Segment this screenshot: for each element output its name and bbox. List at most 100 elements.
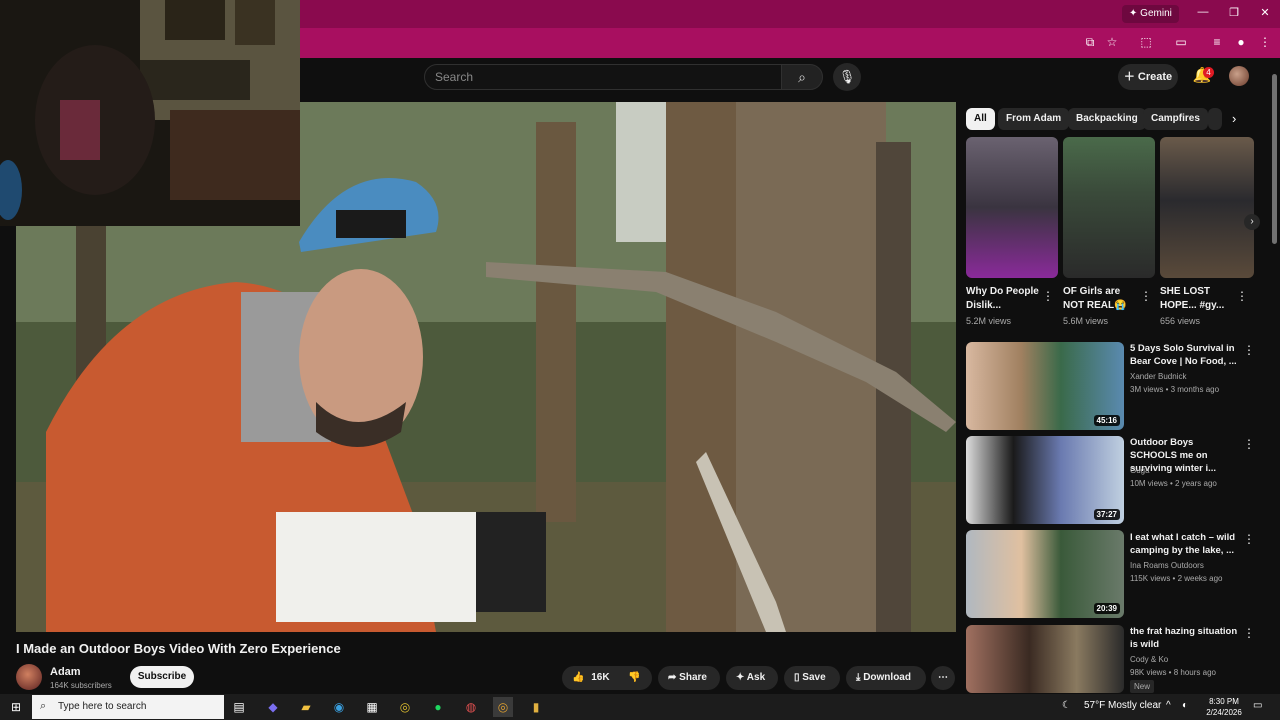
- close-window-button[interactable]: ✕: [1257, 6, 1273, 19]
- chevron-right-icon[interactable]: ›: [1232, 111, 1236, 126]
- video-menu-icon[interactable]: ⋮: [1243, 532, 1255, 546]
- gemini-label: Gemini: [1140, 8, 1172, 19]
- short-thumbnail[interactable]: [966, 137, 1058, 278]
- video-menu-icon[interactable]: ⋮: [1243, 626, 1255, 640]
- file-explorer-icon[interactable]: ▰: [296, 697, 316, 717]
- chrome-active-icon[interactable]: ◎: [493, 697, 513, 717]
- scrollbar-thumb[interactable]: [1272, 74, 1277, 244]
- channel-avatar[interactable]: [16, 664, 42, 690]
- network-icon[interactable]: ◐: [1182, 700, 1188, 711]
- dislike-button[interactable]: 👎: [618, 666, 652, 690]
- short-title[interactable]: Why Do People Dislik...: [966, 285, 1044, 313]
- windows-start-icon[interactable]: ⊞: [6, 697, 26, 717]
- maximize-button[interactable]: ❐: [1226, 6, 1242, 19]
- account-avatar[interactable]: [1229, 66, 1249, 86]
- copilot-icon[interactable]: ◆: [263, 697, 283, 717]
- video-thumbnail[interactable]: [966, 625, 1124, 693]
- chip-backpacking[interactable]: Backpacking: [1068, 108, 1146, 130]
- chip-from-adam[interactable]: From Adam: [998, 108, 1070, 130]
- reading-list-icon[interactable]: ≡: [1209, 35, 1225, 49]
- browser-menu-icon[interactable]: ⋮: [1257, 35, 1273, 49]
- short-views: 5.6M views: [1063, 316, 1109, 326]
- video-thumbnail[interactable]: 20:39: [966, 530, 1124, 618]
- short-menu-icon[interactable]: ⋮: [1140, 289, 1152, 303]
- video-channel[interactable]: Ina Roams Outdoors: [1130, 560, 1204, 571]
- spotify-icon[interactable]: ●: [428, 697, 448, 717]
- short-thumbnail[interactable]: [1160, 137, 1254, 278]
- like-button[interactable]: 👍 16K: [562, 666, 618, 690]
- weather-text[interactable]: 57°F Mostly clear: [1084, 700, 1161, 711]
- weather-icon: ☾: [1062, 700, 1071, 711]
- channel-name[interactable]: Adam: [50, 666, 81, 678]
- taskbar-search-input[interactable]: Type here to search: [32, 695, 224, 719]
- video-duration: 45:16: [1093, 415, 1120, 426]
- cast-icon[interactable]: ▭: [1173, 35, 1189, 49]
- video-stats: 115K views • 2 weeks ago: [1130, 574, 1223, 583]
- short-menu-icon[interactable]: ⋮: [1236, 289, 1248, 303]
- gemini-button[interactable]: ✦ Gemini: [1122, 5, 1179, 23]
- ask-label: Ask: [746, 672, 766, 683]
- install-app-icon[interactable]: ⧉: [1082, 35, 1098, 50]
- video-duration: 20:39: [1093, 603, 1120, 614]
- video-thumbnail[interactable]: 45:16: [966, 342, 1124, 430]
- video-stats: 98K views • 8 hours ago: [1130, 668, 1216, 677]
- webcam-overlay: [0, 0, 300, 226]
- video-menu-icon[interactable]: ⋮: [1243, 343, 1255, 357]
- video-channel[interactable]: Xander Budnick: [1130, 371, 1186, 382]
- short-menu-icon[interactable]: ⋮: [1042, 289, 1054, 303]
- tray-overflow-icon[interactable]: ^: [1166, 700, 1171, 711]
- short-views: 656 views: [1160, 316, 1201, 326]
- notifications-icon[interactable]: ▭: [1253, 700, 1262, 711]
- short-views: 5.2M views: [966, 316, 1012, 326]
- short-title[interactable]: SHE LOST HOPE... #gy...: [1160, 285, 1238, 313]
- subscriber-count: 164K subscribers: [50, 681, 112, 690]
- share-button[interactable]: ➦ Share: [658, 666, 720, 690]
- new-badge: New: [1130, 680, 1155, 693]
- chip-all[interactable]: All: [966, 108, 995, 130]
- create-button[interactable]: ＋ Create: [1118, 64, 1178, 90]
- video-title-link[interactable]: the frat hazing situation is wild: [1130, 625, 1238, 651]
- chrome-icon[interactable]: ◎: [395, 697, 415, 717]
- video-title-link[interactable]: I eat what I catch – wild camping by the…: [1130, 531, 1238, 557]
- store-icon[interactable]: ▦: [362, 697, 382, 717]
- shorts-next-chevron-icon[interactable]: ›: [1244, 214, 1260, 230]
- download-label: Download: [863, 672, 911, 683]
- clock-date: 2/24/2026: [1206, 708, 1242, 717]
- notification-count-badge: 4: [1203, 67, 1214, 78]
- video-channel[interactable]: Guga: [1130, 465, 1150, 476]
- subscribe-button[interactable]: Subscribe: [130, 666, 194, 688]
- video-channel[interactable]: Cody & Ko: [1130, 654, 1168, 665]
- microphone-icon[interactable]: 🎙: [833, 63, 861, 91]
- video-menu-icon[interactable]: ⋮: [1243, 437, 1255, 451]
- extensions-icon[interactable]: ⬚: [1138, 35, 1154, 49]
- video-title: I Made an Outdoor Boys Video With Zero E…: [16, 641, 341, 656]
- minimize-button[interactable]: —: [1195, 6, 1211, 18]
- obs-icon[interactable]: ◍: [461, 697, 481, 717]
- task-view-icon[interactable]: ▤: [229, 697, 249, 717]
- edge-icon[interactable]: ◉: [329, 697, 349, 717]
- clock-time: 8:30 PM: [1209, 697, 1239, 706]
- save-button[interactable]: ▯ Save: [784, 666, 840, 690]
- chip-campfires[interactable]: Campfires: [1143, 108, 1208, 130]
- short-thumbnail[interactable]: [1063, 137, 1155, 278]
- download-button[interactable]: ⤓ Download: [846, 666, 926, 690]
- profile-icon[interactable]: ●: [1233, 35, 1249, 49]
- chip-overflow[interactable]: [1208, 108, 1222, 130]
- short-title[interactable]: OF Girls are NOT REAL😭: [1063, 285, 1141, 313]
- like-count: 16K: [591, 672, 610, 683]
- video-stats: 3M views • 3 months ago: [1130, 385, 1220, 394]
- share-label: Share: [679, 672, 707, 683]
- ask-button[interactable]: ✦ Ask: [726, 666, 778, 690]
- video-thumbnail[interactable]: 37:27: [966, 436, 1124, 524]
- video-title-link[interactable]: 5 Days Solo Survival in Bear Cove | No F…: [1130, 342, 1238, 368]
- video-duration: 37:27: [1093, 509, 1120, 520]
- search-icon[interactable]: ⌕: [781, 64, 823, 90]
- taskbar-clock[interactable]: 8:30 PM 2/24/2026: [1198, 696, 1250, 718]
- search-input[interactable]: Search: [424, 64, 782, 90]
- webcam-frame-illustration: [0, 0, 300, 226]
- more-actions-button[interactable]: ⋯: [931, 666, 955, 690]
- app-icon[interactable]: ▮: [526, 697, 546, 717]
- create-label: Create: [1137, 71, 1173, 83]
- video-stats: 10M views • 2 years ago: [1130, 479, 1217, 488]
- bookmark-star-icon[interactable]: ☆: [1104, 35, 1120, 49]
